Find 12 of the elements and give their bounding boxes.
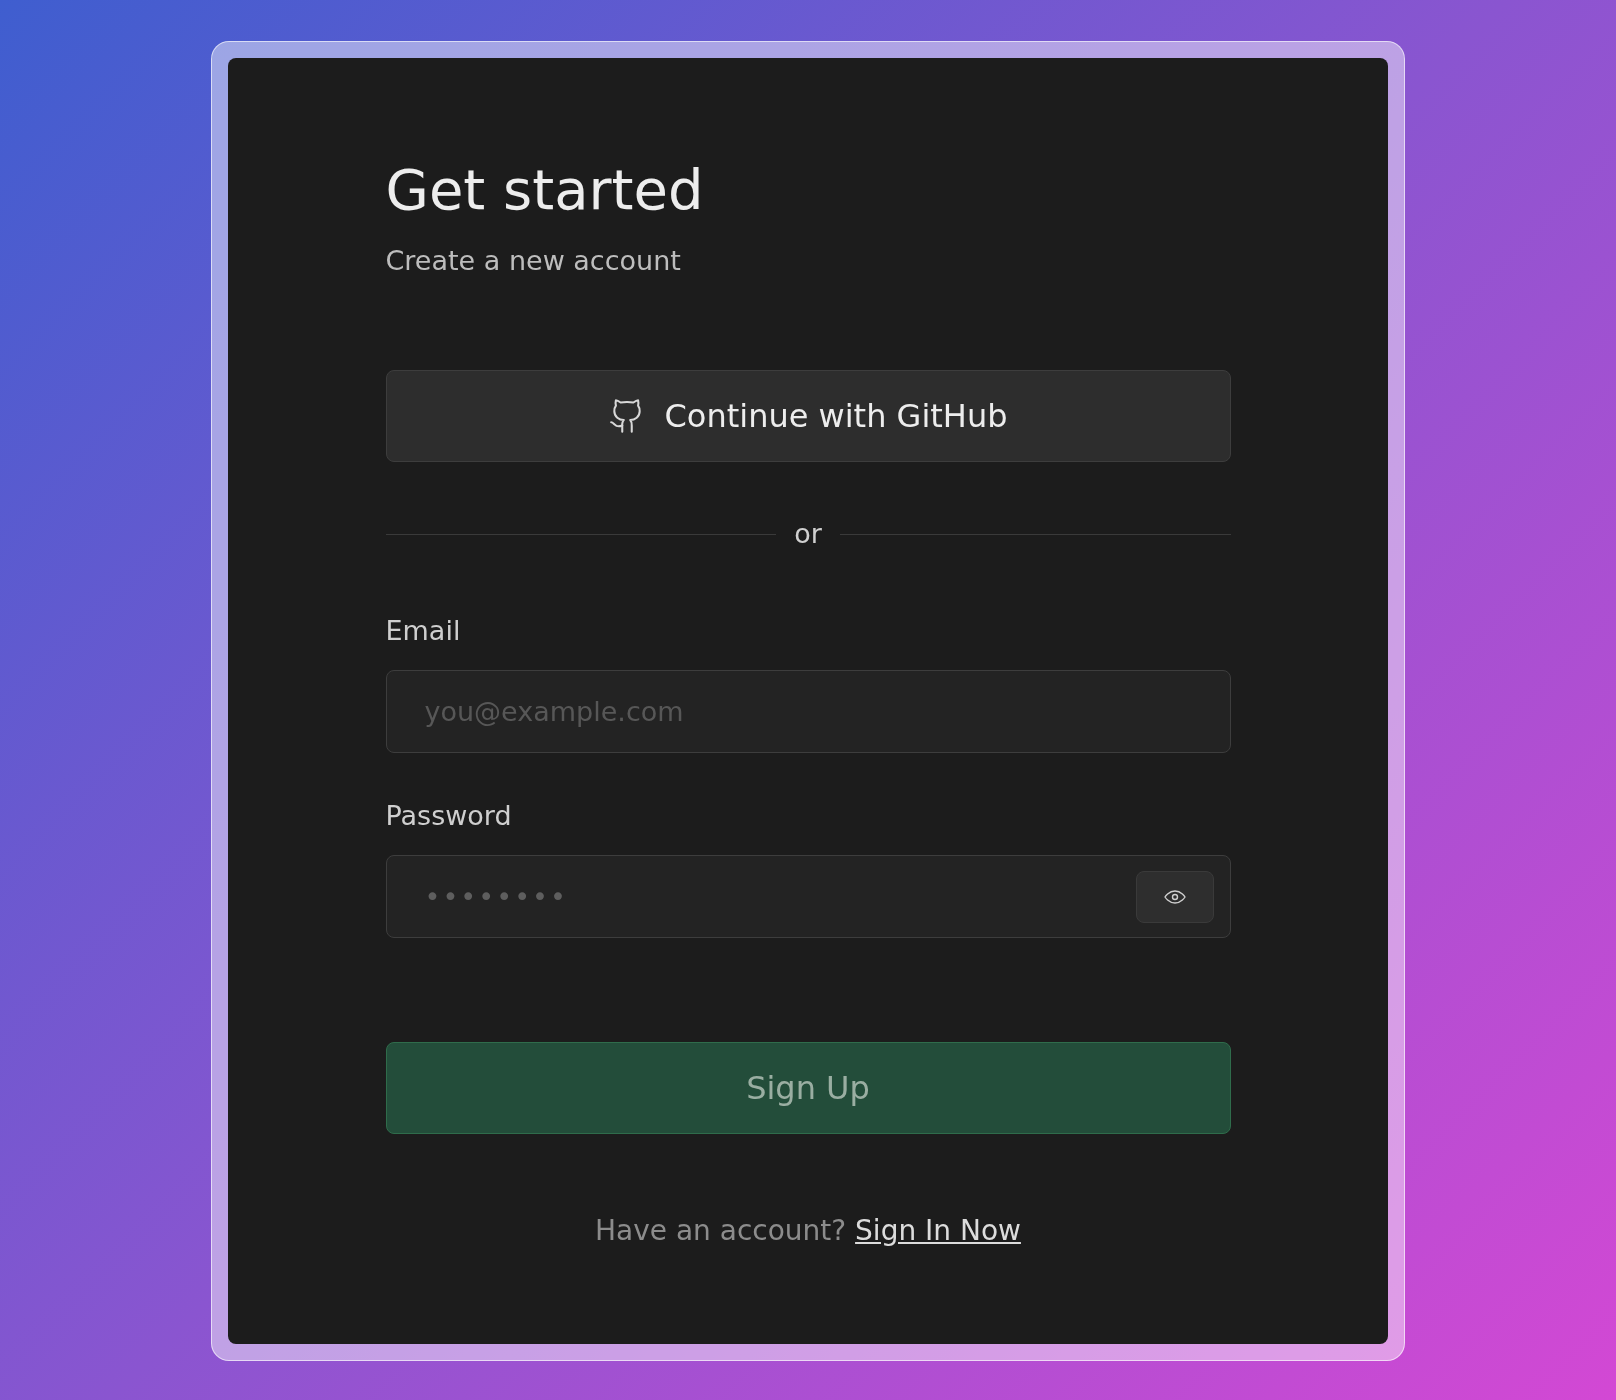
password-input[interactable]: •••••••• xyxy=(422,870,1136,923)
page-subtitle: Create a new account xyxy=(385,244,682,278)
password-field[interactable]: •••••••• xyxy=(385,855,1231,938)
show-password-button[interactable] xyxy=(1135,870,1214,923)
field-label: Password xyxy=(385,799,513,833)
divider-text: or xyxy=(794,517,822,551)
sign-up-button[interactable]: Sign Up xyxy=(385,1042,1231,1134)
sign-in-prompt: Have an account? Sign In Now xyxy=(594,1214,1022,1247)
github-button[interactable]: Continue with GitHub xyxy=(385,370,1231,462)
sign-in-link[interactable]: Sign In Now xyxy=(855,1214,1021,1247)
field-label: Email xyxy=(385,614,462,648)
page-title: Get started xyxy=(385,156,705,224)
